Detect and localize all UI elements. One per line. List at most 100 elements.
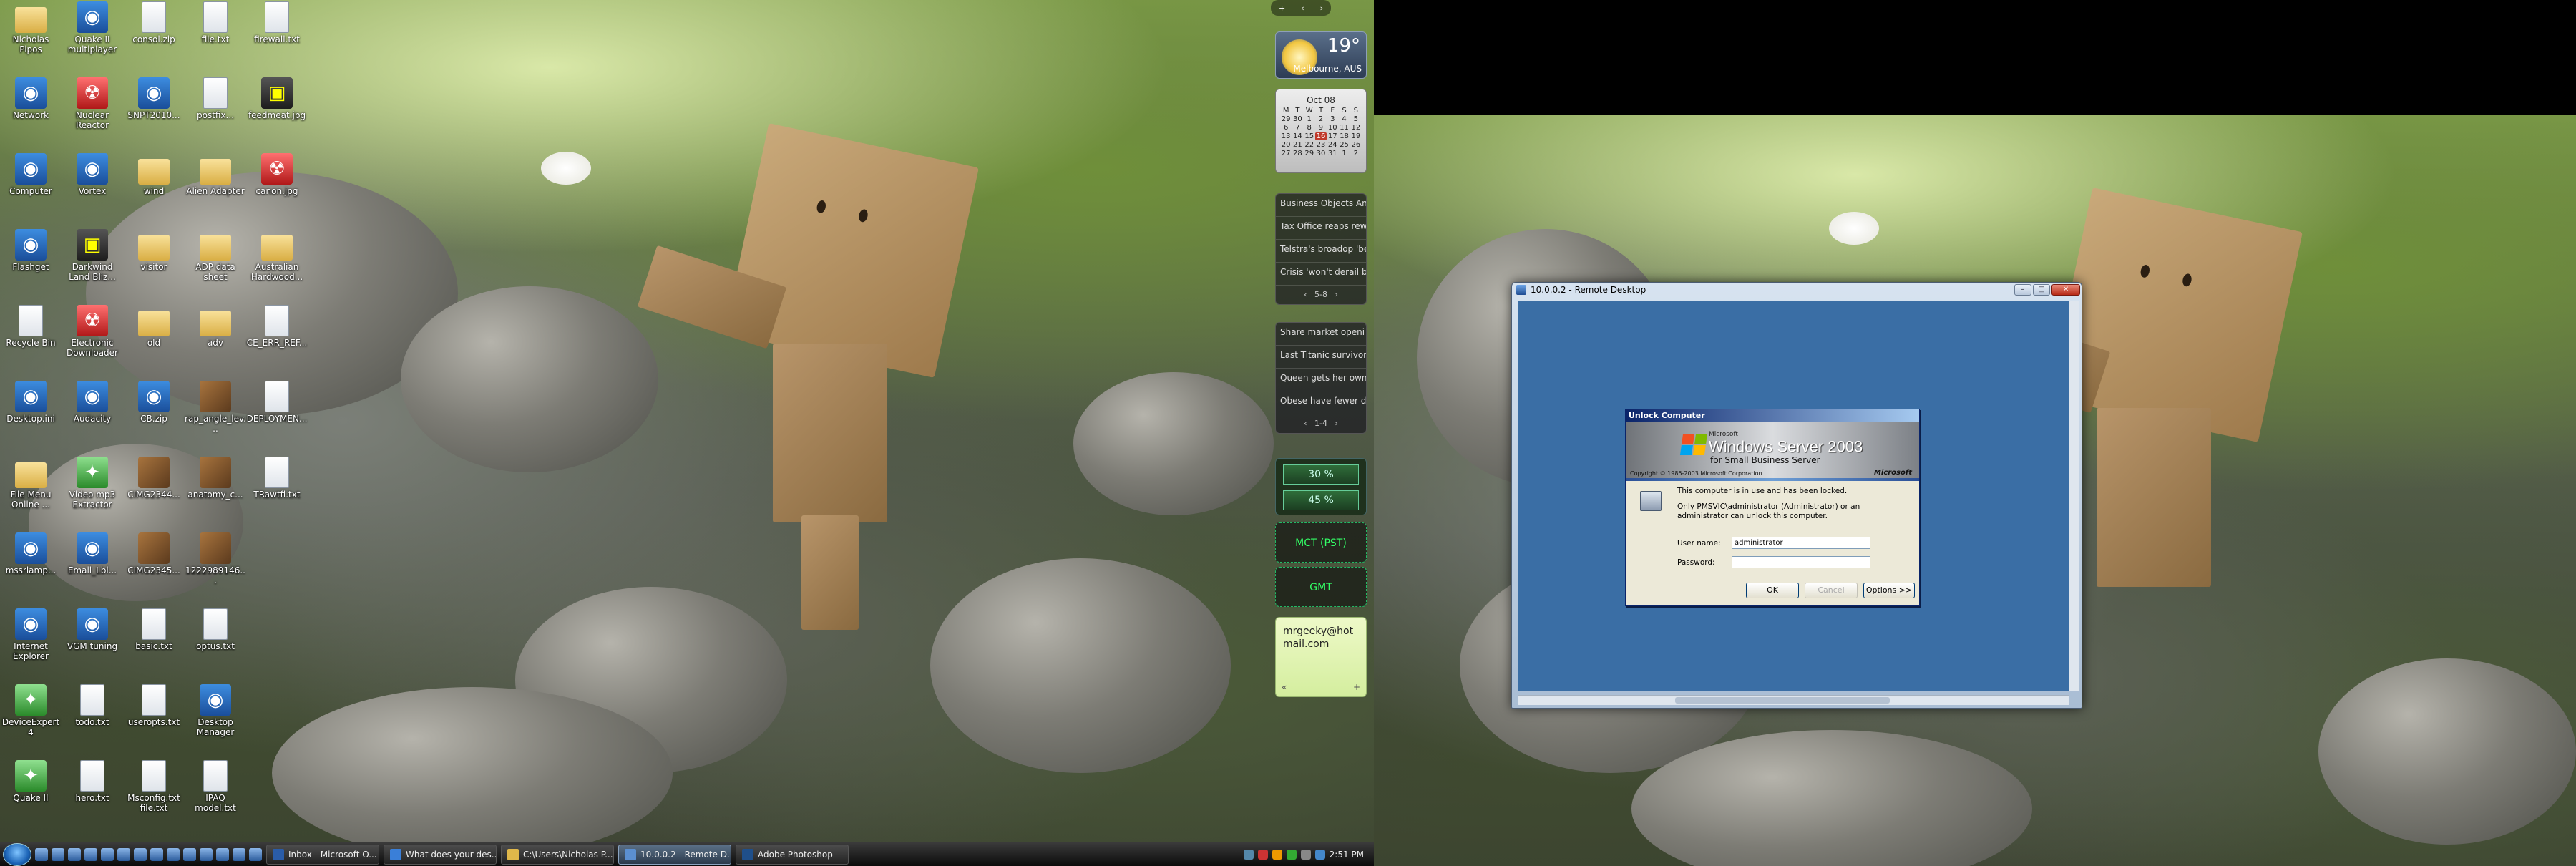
desktop-icon[interactable]: rap_angle_lev...	[185, 381, 246, 434]
calendar-day[interactable]: 18	[1338, 132, 1350, 140]
desktop-icon[interactable]: ▣ Darkwind Land Bliz...	[62, 229, 123, 282]
note-text[interactable]: mrgeeky@hotmail.com	[1276, 618, 1366, 658]
calendar-day[interactable]: 1	[1338, 150, 1350, 157]
show-desktop-icon[interactable]	[35, 847, 48, 861]
calendar-day[interactable]: 14	[1292, 132, 1303, 140]
calendar-day[interactable]: 22	[1304, 141, 1315, 149]
calendar-day[interactable]: 29	[1280, 115, 1292, 123]
calendar-day[interactable]: 16	[1314, 132, 1327, 140]
desktop-icon[interactable]: Recycle Bin	[0, 305, 62, 348]
desktop-icon[interactable]: Australian Hardwood...	[246, 229, 308, 282]
internet-explorer-icon[interactable]	[68, 847, 81, 861]
minimize-button[interactable]: –	[2014, 284, 2031, 296]
outlook-icon[interactable]	[84, 847, 97, 861]
taskbar-button-photoshop[interactable]: Adobe Photoshop	[736, 844, 849, 865]
calendar-day[interactable]: 2	[1350, 150, 1362, 157]
calendar-day[interactable]: 24	[1327, 141, 1338, 149]
desktop-icon[interactable]: 1222989146...	[185, 532, 246, 585]
calendar-day[interactable]: 11	[1338, 124, 1350, 132]
feed-item[interactable]: Last Titanic survivor ...	[1276, 346, 1366, 369]
add-gadget-icon[interactable]: +	[1279, 4, 1285, 13]
desktop-icon[interactable]: firewall.txt	[246, 1, 308, 44]
desktop-icon[interactable]: useropts.txt	[123, 684, 185, 727]
note-prev-icon[interactable]: «	[1282, 682, 1287, 692]
desktop-icon[interactable]: DEPLOYMEN...	[246, 381, 308, 424]
desktop-icon[interactable]: TRawtfi.txt	[246, 457, 308, 500]
feed-item[interactable]: Business Objects Ann...	[1276, 194, 1366, 217]
desktop-icon[interactable]: ◉ VGM tuning	[62, 608, 123, 651]
close-button[interactable]: ✕	[2051, 284, 2080, 296]
network-icon[interactable]	[1243, 849, 1254, 860]
calendar-day[interactable]: 15	[1304, 132, 1315, 140]
desktop-icon[interactable]: Nicholas Pipos	[0, 1, 62, 54]
calendar-day[interactable]: 8	[1304, 124, 1315, 132]
bluetooth-icon[interactable]	[1314, 849, 1325, 860]
antivirus-icon[interactable]	[1257, 849, 1268, 860]
desktop-icon[interactable]: IPAQ model.txt	[185, 760, 246, 813]
desktop-icon[interactable]: ◉ Computer	[0, 153, 62, 196]
calendar-gadget[interactable]: Oct 08 M T W T F S S 29 30 1 2 3 4 5 6 7 8 9 10 11 12 13 14 15 1…	[1275, 89, 1367, 173]
more-quicklaunch-icon[interactable]	[249, 847, 262, 861]
cancel-button[interactable]: Cancel	[1805, 583, 1858, 598]
desktop-icon[interactable]: ADP data sheet	[185, 229, 246, 282]
notepad-icon[interactable]	[200, 847, 213, 861]
taskbar-button-browser[interactable]: What does your des...	[384, 844, 497, 865]
desktop-icon[interactable]: ✦ DeviceExpert 4	[0, 684, 62, 737]
calendar-day[interactable]: 10	[1327, 124, 1338, 132]
desktop-icon[interactable]: ◉ mssrlamp...	[0, 532, 62, 575]
window-titlebar[interactable]: 10.0.0.2 - Remote Desktop – □ ✕	[1512, 283, 2082, 297]
ok-button[interactable]: OK	[1746, 583, 1799, 598]
desktop-icon[interactable]: old	[123, 305, 185, 348]
desktop-icon[interactable]: consol.zip	[123, 1, 185, 44]
calendar-day[interactable]: 1	[1304, 115, 1315, 123]
unlock-computer-dialog[interactable]: Unlock Computer Microsoft Windows Server…	[1625, 409, 1920, 606]
username-field[interactable]	[1732, 537, 1870, 549]
cmd-icon[interactable]	[216, 847, 229, 861]
volume-icon[interactable]	[1300, 849, 1311, 860]
desktop-icon[interactable]: visitor	[123, 229, 185, 272]
desktop-icon[interactable]: ◉ Flashget	[0, 229, 62, 272]
desktop-icon[interactable]: ◉ Internet Explorer	[0, 608, 62, 661]
desktop-icon[interactable]: Msconfig.txt file.txt	[123, 760, 185, 813]
desktop-icon[interactable]: ☢ Nuclear Reactor	[62, 77, 123, 130]
calendar-day[interactable]: 17	[1327, 132, 1338, 140]
desktop-icon[interactable]: ◉ Quake II multiplayer	[62, 1, 123, 54]
desktop-icon[interactable]: optus.txt	[185, 608, 246, 651]
calendar-day[interactable]: 6	[1280, 124, 1292, 132]
calendar-day[interactable]: 4	[1338, 115, 1350, 123]
media-player-icon[interactable]	[117, 847, 130, 861]
calendar-day[interactable]: 9	[1315, 124, 1327, 132]
remote-screen[interactable]: Unlock Computer Microsoft Windows Server…	[1518, 301, 2069, 691]
clock-gadget[interactable]: GMT	[1275, 567, 1367, 607]
notes-gadget[interactable]: mrgeeky@hotmail.com « +	[1275, 617, 1367, 697]
update-icon[interactable]	[1272, 849, 1282, 860]
calendar-day[interactable]: 7	[1292, 124, 1303, 132]
calculator-icon[interactable]	[183, 847, 196, 861]
desktop-icon[interactable]: Alien Adapter	[185, 153, 246, 196]
calendar-day[interactable]: 26	[1350, 141, 1362, 149]
calendar-day[interactable]: 13	[1280, 132, 1292, 140]
switch-windows-icon[interactable]	[52, 847, 64, 861]
prev-icon[interactable]: ‹	[1301, 4, 1304, 13]
firefox-icon[interactable]	[233, 847, 245, 861]
photoshop-icon[interactable]	[150, 847, 163, 861]
taskbar-button-outlook[interactable]: Inbox - Microsoft O...	[266, 844, 379, 865]
remote-desktop-quick-icon[interactable]	[167, 847, 180, 861]
calendar-day[interactable]: 3	[1327, 115, 1338, 123]
feed-item[interactable]: Share market openi ...	[1276, 323, 1366, 346]
desktop-icon[interactable]: File Menu Online ...	[0, 457, 62, 510]
news-feed-gadget[interactable]: Business Objects Ann... Tax Office reaps…	[1275, 193, 1367, 305]
feed-pager[interactable]: ‹ 1-4 ›	[1276, 414, 1366, 433]
clock-gadget[interactable]: MCT (PST)	[1275, 522, 1367, 563]
desktop-icon[interactable]: ◉ Audacity	[62, 381, 123, 424]
calendar-day[interactable]: 28	[1292, 150, 1303, 157]
cpu-meter-gadget[interactable]: 30 % 45 %	[1275, 458, 1367, 515]
calendar-day[interactable]: 31	[1327, 150, 1338, 157]
desktop-icon[interactable]: ◉ Desktop.ini	[0, 381, 62, 424]
maximize-button[interactable]: □	[2033, 284, 2050, 296]
messenger-icon[interactable]	[134, 847, 147, 861]
desktop-icon[interactable]: anatomy_c...	[185, 457, 246, 500]
desktop-icon[interactable]: ◉ CB.zip	[123, 381, 185, 424]
vertical-scrollbar[interactable]	[2069, 301, 2079, 691]
desktop-icon[interactable]: ✦ Quake II	[0, 760, 62, 803]
